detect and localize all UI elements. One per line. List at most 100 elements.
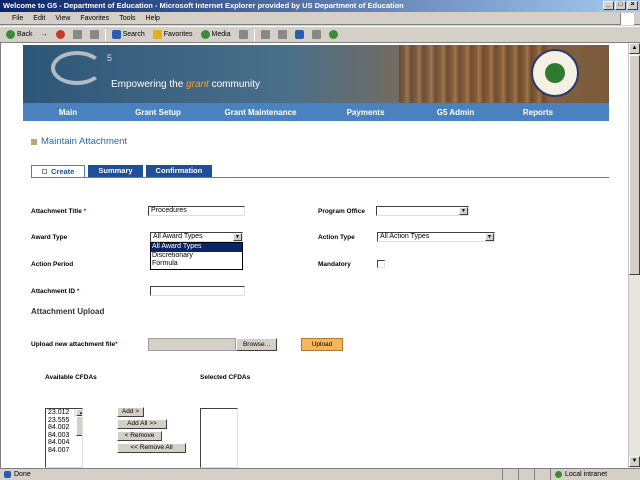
upload-button[interactable]: Upload <box>301 338 343 351</box>
menu-help[interactable]: Help <box>146 13 160 24</box>
forward-button[interactable]: → <box>39 28 50 41</box>
search-button[interactable]: Search <box>110 28 147 41</box>
attachment-title-input[interactable]: Procedures <box>148 206 245 216</box>
media-icon <box>200 30 210 39</box>
media-label: Media <box>211 31 231 38</box>
action-type-select[interactable]: All Action Types ▼ <box>377 232 495 242</box>
remove-button[interactable]: < Remove <box>117 431 162 441</box>
menu-bar: File Edit View Favorites Tools Help <box>0 13 640 25</box>
lock-icon <box>534 469 550 480</box>
messenger-button[interactable] <box>327 28 340 41</box>
menu-file[interactable]: File <box>12 13 23 24</box>
chevron-down-icon[interactable]: ▼ <box>233 233 242 241</box>
nav-main[interactable]: Main <box>23 108 113 117</box>
print-icon <box>277 30 287 39</box>
award-type-value: All Award Types <box>153 233 203 240</box>
required-mark: * <box>83 208 87 215</box>
media-button[interactable]: Media <box>199 28 233 41</box>
nav-reports[interactable]: Reports <box>498 108 578 117</box>
add-all-button[interactable]: Add All >> <box>117 419 167 429</box>
scroll-down-icon[interactable]: ▼ <box>629 456 640 467</box>
tagline-grant: grant <box>186 79 209 90</box>
status-text: Done <box>14 471 31 478</box>
award-type-option-formula[interactable]: Formula <box>151 260 242 269</box>
selected-cfdas-list[interactable] <box>200 408 238 468</box>
menu-view[interactable]: View <box>55 13 70 24</box>
attachment-title-text: Attachment Title <box>31 208 82 215</box>
remove-all-button[interactable]: << Remove All <box>117 443 186 453</box>
scroll-up-icon[interactable]: ▲ <box>76 409 82 416</box>
nav-g5-admin[interactable]: G5 Admin <box>413 108 498 117</box>
toolbar-separator <box>253 28 255 41</box>
history-button[interactable] <box>237 28 250 41</box>
file-path-input[interactable] <box>148 338 236 351</box>
available-cfdas-label: Available CFDAs <box>45 374 97 381</box>
back-button[interactable]: Back <box>4 28 35 41</box>
g5-banner: 5 Empowering the grant community <box>23 45 609 103</box>
refresh-button[interactable] <box>71 28 84 41</box>
print-button[interactable] <box>276 28 289 41</box>
nav-grant-maintenance[interactable]: Grant Maintenance <box>203 108 318 117</box>
main-nav: Main Grant Setup Grant Maintenance Payme… <box>23 103 609 121</box>
home-button[interactable] <box>88 28 101 41</box>
seal-tree-icon <box>545 63 565 83</box>
stop-button[interactable] <box>54 28 67 41</box>
tab-confirmation[interactable]: Confirmation <box>145 165 213 177</box>
award-type-option-all[interactable]: All Award Types <box>151 243 242 252</box>
search-label: Search <box>122 31 145 38</box>
page-done-icon <box>4 471 11 478</box>
page-title: Maintain Attachment <box>41 136 128 147</box>
chevron-down-icon[interactable]: ▼ <box>485 233 494 241</box>
tab-create[interactable]: Create <box>31 165 86 177</box>
home-icon <box>89 30 99 39</box>
favorites-label: Favorites <box>163 31 193 38</box>
maximize-button[interactable]: □ <box>615 1 626 10</box>
status-text-area: Done <box>0 471 502 478</box>
tab-summary[interactable]: Summary <box>88 165 143 177</box>
close-button[interactable]: × <box>627 1 638 10</box>
tab-bullet-icon <box>42 169 47 174</box>
tagline-start: Empowering the <box>111 79 187 90</box>
edit-button[interactable] <box>293 28 306 41</box>
mandatory-checkbox[interactable] <box>377 260 385 268</box>
browse-button[interactable]: Browse... <box>236 338 277 351</box>
award-type-option-discretionary[interactable]: Discretionary <box>151 252 242 261</box>
tab-create-label: Create <box>51 166 75 176</box>
award-type-select[interactable]: All Award Types ▼ <box>150 232 243 242</box>
attachment-id-input[interactable] <box>150 286 245 296</box>
list-item[interactable]: 84.004 <box>46 439 82 447</box>
available-cfdas-list[interactable]: 23.012 23.555 84.002 84.003 84.004 84.00… <box>45 408 83 468</box>
nav-grant-setup[interactable]: Grant Setup <box>113 108 203 117</box>
history-icon <box>238 30 248 39</box>
status-cell <box>502 469 518 480</box>
award-type-label: Award Type <box>31 234 68 241</box>
menu-tools[interactable]: Tools <box>119 13 135 24</box>
selected-cfdas-label: Selected CFDAs <box>200 374 251 381</box>
menu-favorites[interactable]: Favorites <box>80 13 109 24</box>
scroll-thumb[interactable] <box>629 55 640 275</box>
list-scrollbar[interactable]: ▲ <box>74 409 82 436</box>
web-page: 5 Empowering the grant community Main Gr… <box>0 43 628 468</box>
program-office-select[interactable]: ▼ <box>376 206 469 216</box>
scroll-up-icon[interactable]: ▲ <box>629 43 640 54</box>
minimize-button[interactable]: _ <box>603 1 614 10</box>
discuss-button[interactable] <box>310 28 323 41</box>
action-period-label: Action Period <box>31 261 74 268</box>
menu-edit[interactable]: Edit <box>33 13 45 24</box>
add-button[interactable]: Add > <box>117 407 144 417</box>
action-type-label: Action Type <box>318 234 355 241</box>
scroll-thumb[interactable] <box>76 416 82 436</box>
favorites-button[interactable]: Favorites <box>151 28 195 41</box>
attachment-id-label: Attachment ID * <box>31 288 79 295</box>
page-scrollbar[interactable]: ▲ ▼ <box>628 43 640 468</box>
chevron-down-icon[interactable]: ▼ <box>459 207 468 215</box>
status-bar: Done Local intranet <box>0 468 640 480</box>
upload-file-text: Upload new attachment file <box>31 341 116 348</box>
windows-logo-icon <box>620 13 634 25</box>
required-mark: * <box>76 288 80 295</box>
action-type-value: All Action Types <box>380 233 430 240</box>
bookshelf-image <box>399 45 549 103</box>
list-item[interactable]: 84.007 <box>46 447 82 455</box>
nav-payments[interactable]: Payments <box>318 108 413 117</box>
mail-button[interactable] <box>259 28 272 41</box>
